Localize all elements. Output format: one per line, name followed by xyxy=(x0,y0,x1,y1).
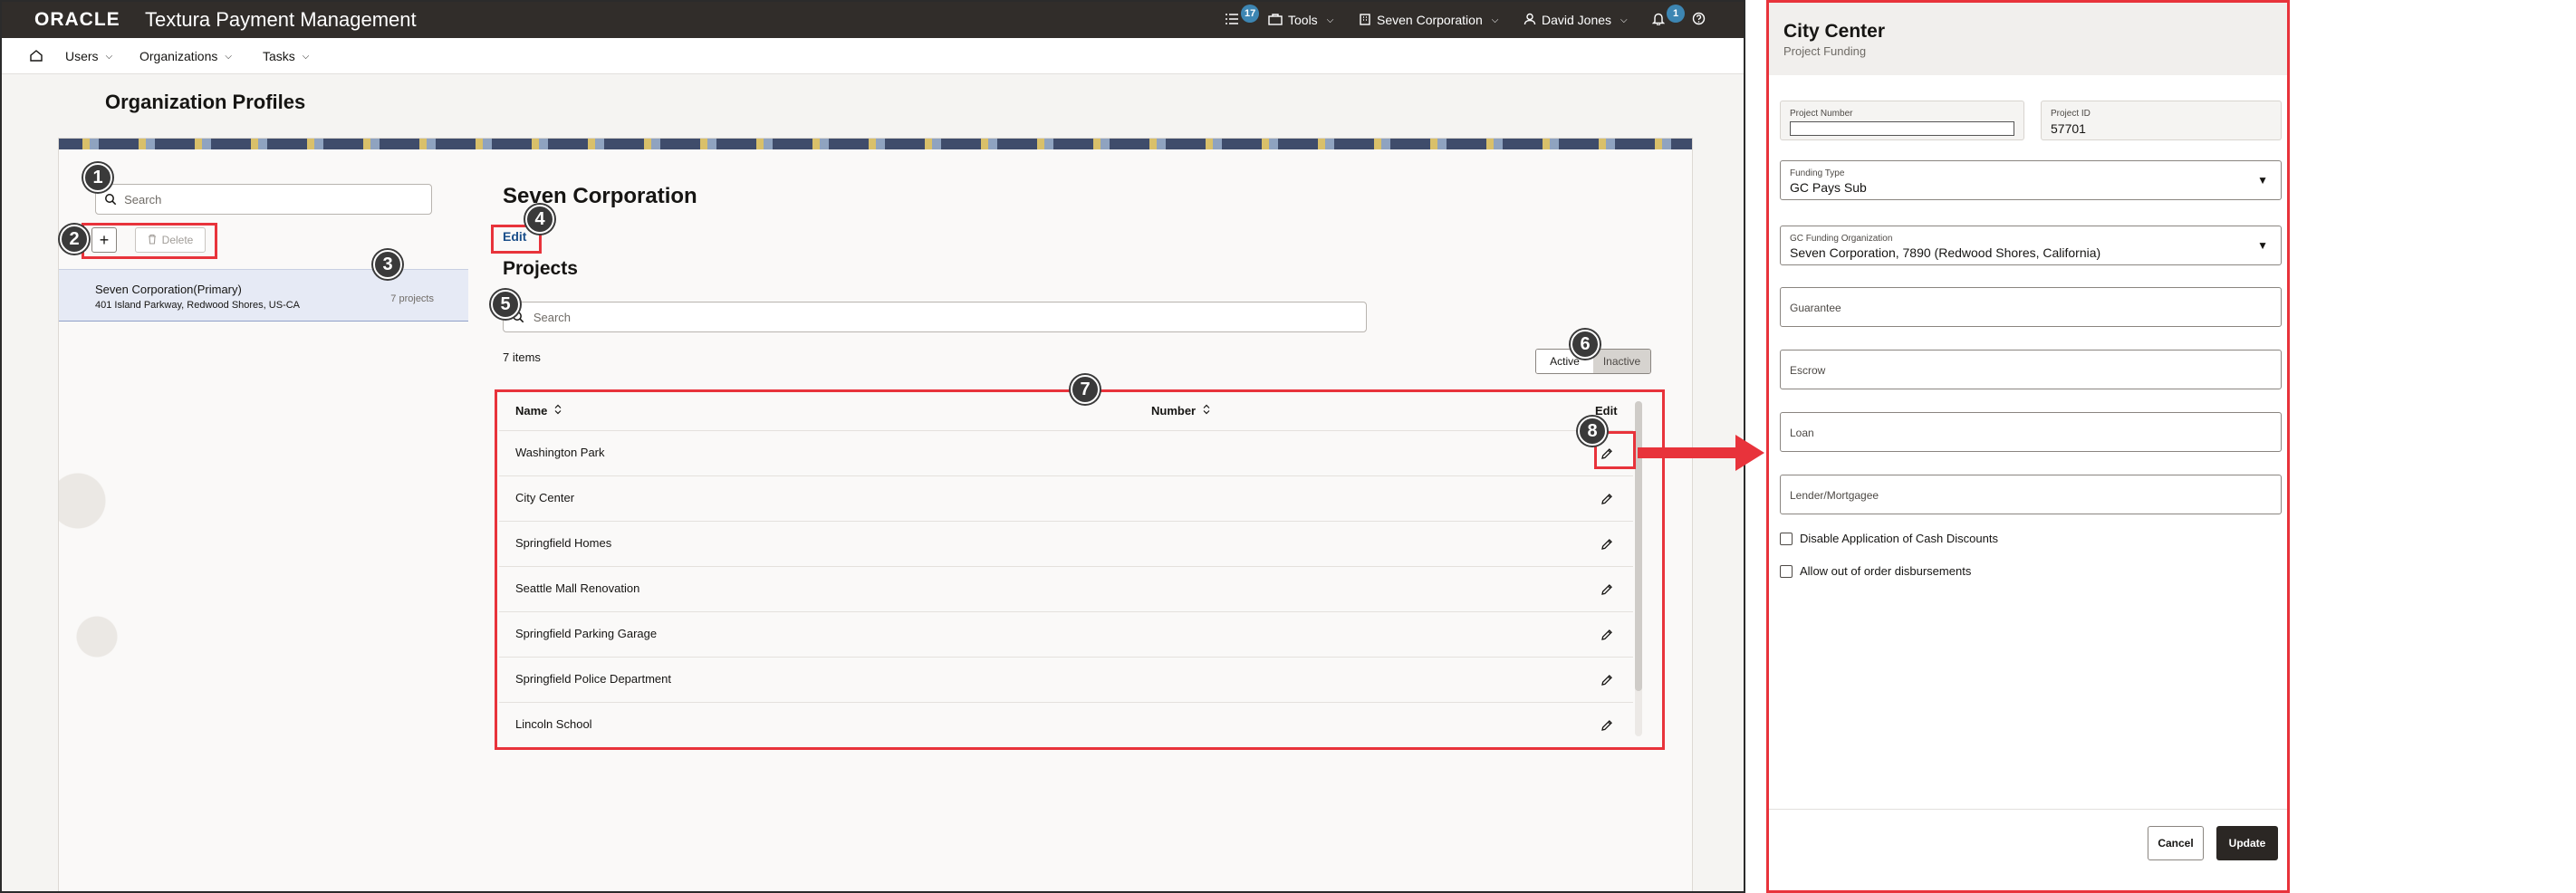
chevron-down-icon: ⌵ xyxy=(1326,14,1334,25)
gc-funding-org-select[interactable]: GC Funding Organization Seven Corporatio… xyxy=(1780,226,2282,265)
secondary-nav: Users ⌵ Organizations ⌵ Tasks ⌵ xyxy=(2,38,1744,74)
org-address: 401 Island Parkway, Redwood Shores, US-C… xyxy=(95,300,301,311)
product-title: Textura Payment Management xyxy=(145,8,417,31)
org-search-field[interactable] xyxy=(95,184,432,215)
nav-tasks-label: Tasks xyxy=(263,49,295,63)
dialog-footer: Cancel Update xyxy=(1769,809,2287,890)
funding-type-select[interactable]: Funding Type GC Pays Sub ▼ xyxy=(1780,160,2282,200)
guarantee-placeholder: Guarantee xyxy=(1790,302,1841,314)
chevron-down-icon: ⌵ xyxy=(225,51,232,62)
app-window: ORACLE Textura Payment Management 17 Too… xyxy=(0,0,1745,893)
help-button[interactable] xyxy=(1692,2,1706,38)
update-button[interactable]: Update xyxy=(2216,826,2278,860)
allow-out-of-order-checkbox[interactable]: Allow out of order disbursements xyxy=(1780,564,1971,578)
callout-7: 7 xyxy=(1071,375,1100,404)
projects-heading: Projects xyxy=(503,258,578,279)
caret-down-icon: ▼ xyxy=(2257,174,2268,187)
nav-tasks[interactable]: Tasks ⌵ xyxy=(263,38,309,74)
lender-placeholder: Lender/Mortgagee xyxy=(1790,489,1879,502)
guarantee-field[interactable]: Guarantee xyxy=(1780,287,2282,327)
org-title: Seven Corporation xyxy=(503,184,697,208)
dialog-header: City Center Project Funding xyxy=(1769,3,2287,75)
tools-label: Tools xyxy=(1288,13,1318,27)
chevron-down-icon: ⌵ xyxy=(1491,14,1499,25)
nav-organizations-label: Organizations xyxy=(139,49,218,63)
allow-out-of-order-label: Allow out of order disbursements xyxy=(1800,564,1972,578)
chevron-down-icon: ⌵ xyxy=(302,51,310,62)
project-search-input[interactable] xyxy=(533,310,1366,324)
caret-down-icon: ▼ xyxy=(2257,239,2268,252)
items-count: 7 items xyxy=(503,350,541,364)
notifications-badge: 1 xyxy=(1667,5,1685,23)
callout-4: 4 xyxy=(525,205,554,234)
project-id-field: Project ID 57701 xyxy=(2041,101,2282,140)
building-icon xyxy=(1359,13,1371,28)
disable-cash-discounts-label: Disable Application of Cash Discounts xyxy=(1800,532,1998,545)
project-id-label: Project ID xyxy=(2051,109,2091,119)
checkbox-box[interactable] xyxy=(1780,564,1793,578)
org-name: Seven Corporation(Primary) xyxy=(95,283,242,296)
toolbox-icon xyxy=(1268,13,1283,28)
annotation-box-add-delete xyxy=(82,223,217,259)
callout-8: 8 xyxy=(1578,417,1607,446)
disable-cash-discounts-checkbox[interactable]: Disable Application of Cash Discounts xyxy=(1780,532,1998,545)
page-title: Organization Profiles xyxy=(105,91,306,113)
dialog-title: City Center xyxy=(1783,21,1886,42)
chevron-down-icon: ⌵ xyxy=(105,51,113,62)
nav-organizations[interactable]: Organizations ⌵ xyxy=(139,38,232,74)
tasks-badge: 17 xyxy=(1241,5,1260,23)
escrow-placeholder: Escrow xyxy=(1790,364,1826,377)
loan-placeholder: Loan xyxy=(1790,427,1814,439)
callout-2: 2 xyxy=(60,225,89,254)
help-icon xyxy=(1692,12,1706,28)
home-button[interactable] xyxy=(29,38,43,74)
project-search-field[interactable] xyxy=(503,302,1367,332)
funding-type-label: Funding Type xyxy=(1790,168,1845,178)
chevron-down-icon: ⌵ xyxy=(1620,14,1628,25)
org-label: Seven Corporation xyxy=(1377,13,1483,27)
project-id-value: 57701 xyxy=(2051,121,2086,136)
gc-funding-org-label: GC Funding Organization xyxy=(1790,234,1893,244)
org-search-input[interactable] xyxy=(124,192,431,206)
nav-users-label: Users xyxy=(65,49,99,63)
decorative-pattern xyxy=(59,320,122,773)
callout-5: 5 xyxy=(491,290,520,319)
user-menu[interactable]: David Jones ⌵ xyxy=(1523,2,1628,38)
project-number-field[interactable]: Project Number xyxy=(1780,101,2024,140)
tasks-button[interactable]: 17 xyxy=(1225,2,1260,38)
tools-menu[interactable]: Tools ⌵ xyxy=(1268,2,1333,38)
callout-1: 1 xyxy=(83,163,112,192)
connector-arrow xyxy=(1638,435,1764,471)
top-bar: ORACLE Textura Payment Management 17 Too… xyxy=(2,2,1744,38)
annotation-box-table xyxy=(495,389,1665,750)
search-icon xyxy=(96,193,124,206)
escrow-field[interactable]: Escrow xyxy=(1780,350,2282,389)
decorative-banner xyxy=(59,139,1692,149)
user-label: David Jones xyxy=(1542,13,1612,27)
dialog-subtitle: Project Funding xyxy=(1783,44,1867,58)
funding-type-value: GC Pays Sub xyxy=(1790,180,1867,195)
lender-mortgagee-field[interactable]: Lender/Mortgagee xyxy=(1780,475,2282,514)
cancel-button[interactable]: Cancel xyxy=(2148,826,2204,860)
org-project-count: 7 projects xyxy=(390,293,434,304)
org-switcher[interactable]: Seven Corporation ⌵ xyxy=(1359,2,1498,38)
user-icon xyxy=(1523,13,1536,28)
gc-funding-org-value: Seven Corporation, 7890 (Redwood Shores,… xyxy=(1790,245,2101,260)
oracle-logo: ORACLE xyxy=(34,9,120,30)
tasks-list-icon xyxy=(1225,13,1239,28)
notifications-button[interactable]: 1 xyxy=(1651,2,1685,38)
checkbox-box[interactable] xyxy=(1780,532,1793,545)
project-number-input[interactable] xyxy=(1790,121,2014,136)
project-funding-dialog: City Center Project Funding Project Numb… xyxy=(1766,0,2290,893)
toggle-inactive[interactable]: Inactive xyxy=(1593,350,1650,373)
loan-field[interactable]: Loan xyxy=(1780,412,2282,452)
project-number-label: Project Number xyxy=(1790,109,1853,119)
home-icon xyxy=(29,48,43,65)
bell-icon xyxy=(1651,12,1666,28)
callout-3: 3 xyxy=(373,250,402,279)
nav-users[interactable]: Users ⌵ xyxy=(65,38,112,74)
callout-6: 6 xyxy=(1571,330,1600,359)
org-list-item[interactable]: Seven Corporation(Primary) 401 Island Pa… xyxy=(59,269,468,322)
